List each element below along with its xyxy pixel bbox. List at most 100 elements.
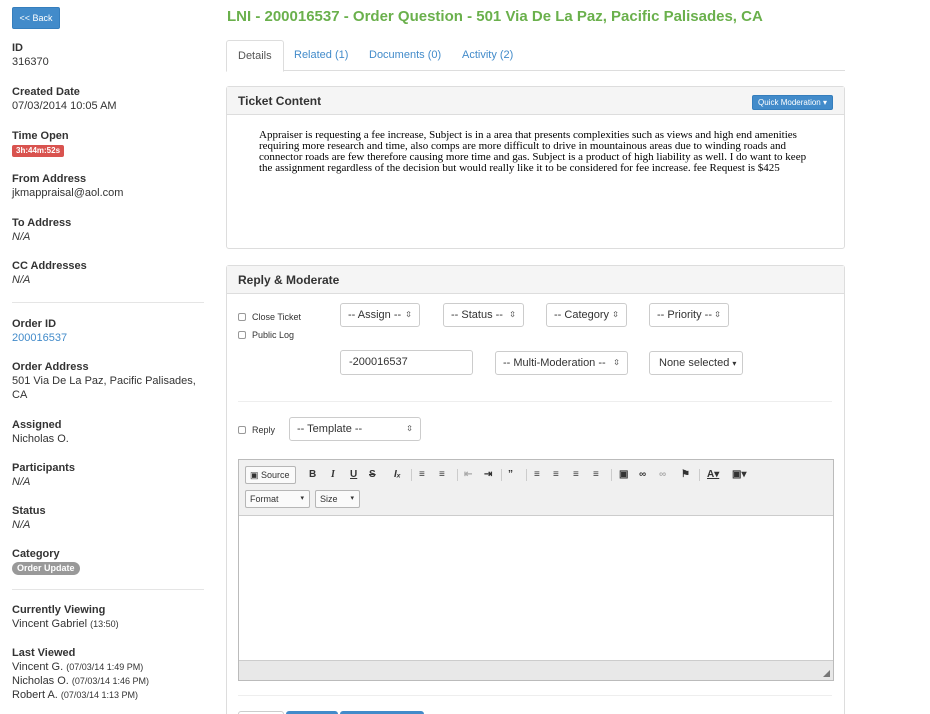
category-select[interactable]: -- Category - ⇳ <box>546 303 627 327</box>
time-open-label: Time Open <box>12 130 69 142</box>
cc-value: N/A <box>12 274 31 286</box>
viewer-time: (07/03/14 1:46 PM) <box>71 676 149 686</box>
field-time-open: Time Open 3h:44m:52s <box>12 130 206 157</box>
reply-checkbox[interactable]: Reply <box>238 425 275 435</box>
tab-related[interactable]: Related (1) <box>283 40 359 71</box>
link-icon[interactable]: ∞ <box>639 469 646 481</box>
strikethrough-icon[interactable]: S <box>369 469 376 481</box>
reply-moderate-heading: Reply & Moderate <box>227 266 844 294</box>
numbered-list-icon[interactable]: ≡ <box>419 469 425 481</box>
order-number-input[interactable]: -200016537 <box>340 350 473 375</box>
text-color-icon[interactable]: A▾ <box>707 469 719 481</box>
updown-icon: ⇳ <box>405 310 412 319</box>
status-label: Status <box>12 505 46 517</box>
source-button[interactable]: ▣ Source <box>245 466 296 484</box>
id-label: ID <box>12 42 23 54</box>
ticket-content-title: Ticket Content <box>238 94 322 108</box>
field-order-id: Order ID 200016537 <box>12 318 206 345</box>
last-viewed-entry: Robert A. (07/03/14 1:13 PM) <box>12 688 206 702</box>
category-badge: Order Update <box>12 562 80 575</box>
back-button[interactable]: << Back <box>12 7 60 29</box>
assigned-label: Assigned <box>12 419 62 431</box>
order-address-label: Order Address <box>12 361 89 373</box>
caret-down-icon: ▾ <box>350 495 354 502</box>
multi-moderation-select[interactable]: -- Multi-Moderation -- ⇳ <box>495 351 628 375</box>
currently-viewing-value: Vincent Gabriel (13:50) <box>12 617 206 631</box>
bulleted-list-icon[interactable]: ≡ <box>439 469 445 481</box>
editor-status-bar <box>239 660 833 680</box>
underline-icon[interactable]: U <box>350 469 357 481</box>
justify-icon[interactable]: ≡ <box>593 469 599 481</box>
field-order-address: Order Address 501 Via De La Paz, Pacific… <box>12 361 206 402</box>
to-value: N/A <box>12 231 31 243</box>
field-last-viewed: Last Viewed Vincent G. (07/03/14 1:49 PM… <box>12 647 206 702</box>
blockquote-icon[interactable]: ” <box>508 469 513 481</box>
last-viewed-label: Last Viewed <box>12 647 76 659</box>
unlink-icon[interactable]: ∞ <box>659 469 666 481</box>
order-id-link[interactable]: 200016537 <box>12 331 206 345</box>
status-select[interactable]: -- Status -- ⇳ <box>443 303 524 327</box>
participants-value: N/A <box>12 476 31 488</box>
checkbox-box[interactable] <box>238 426 246 434</box>
flag-icon[interactable]: ⚑ <box>681 469 690 481</box>
editor-content-area[interactable] <box>239 516 833 660</box>
cc-label: CC Addresses <box>12 260 87 272</box>
toolbar-separator <box>526 469 527 481</box>
bold-icon[interactable]: B <box>309 469 316 481</box>
image-icon[interactable]: ▣ <box>619 469 628 481</box>
checkbox-box[interactable] <box>238 331 246 339</box>
updown-icon: ⇳ <box>406 424 413 433</box>
background-color-icon[interactable]: ▣▾ <box>732 469 746 481</box>
tab-documents[interactable]: Documents (0) <box>358 40 452 71</box>
align-right-icon[interactable]: ≡ <box>573 469 579 481</box>
order-address-value: 501 Via De La Paz, Pacific Palisades, CA <box>12 375 196 401</box>
assign-select-value: -- Assign -- <box>348 309 402 321</box>
editor-toolbar: ▣ Source B I U S Iₓ ≡ ≡ ⇤ ⇥ ” ≡ ≡ ≡ ≡ ▣ … <box>239 460 833 516</box>
caret-down-icon: ▾ <box>822 98 827 107</box>
none-selected-dropdown[interactable]: None selected ▾ <box>649 351 743 375</box>
toolbar-separator <box>501 469 502 481</box>
id-value: 316370 <box>12 56 49 68</box>
priority-select[interactable]: -- Priority -- ⇳ <box>649 303 729 327</box>
field-assigned: Assigned Nicholas O. <box>12 419 206 446</box>
viewer-time: (13:50) <box>90 619 119 629</box>
indent-icon[interactable]: ⇥ <box>484 469 492 481</box>
created-value: 07/03/2014 10:05 AM <box>12 100 117 112</box>
tab-activity[interactable]: Activity (2) <box>451 40 524 71</box>
italic-icon[interactable]: I <box>331 469 335 481</box>
align-center-icon[interactable]: ≡ <box>553 469 559 481</box>
field-status: Status N/A <box>12 505 206 532</box>
align-left-icon[interactable]: ≡ <box>534 469 540 481</box>
public-log-checkbox[interactable]: Public Log <box>238 330 294 340</box>
reply-label: Reply <box>252 425 276 435</box>
outdent-icon[interactable]: ⇤ <box>464 469 472 481</box>
caret-down-icon: ▾ <box>732 359 737 368</box>
multi-moderation-value: -- Multi-Moderation -- <box>503 357 606 369</box>
category-select-value: -- Category - <box>554 309 616 321</box>
resize-handle-icon[interactable] <box>823 670 830 677</box>
checkbox-box[interactable] <box>238 313 246 321</box>
size-dropdown[interactable]: Size ▾ <box>315 490 360 508</box>
source-icon: ▣ <box>250 470 259 480</box>
priority-select-value: -- Priority -- <box>657 309 712 321</box>
viewer-time: (07/03/14 1:49 PM) <box>66 662 144 672</box>
field-to: To Address N/A <box>12 217 206 244</box>
field-participants: Participants N/A <box>12 462 206 489</box>
caret-down-icon: ▾ <box>300 495 304 502</box>
format-dropdown[interactable]: Format ▾ <box>245 490 310 508</box>
format-label: Format <box>250 494 279 504</box>
remove-format-icon[interactable]: Iₓ <box>394 469 401 481</box>
status-select-value: -- Status -- <box>451 309 503 321</box>
status-value: N/A <box>12 519 31 531</box>
assign-select[interactable]: -- Assign -- ⇳ <box>340 303 420 327</box>
viewer-name: Robert A. <box>12 689 58 701</box>
close-ticket-checkbox[interactable]: Close Ticket <box>238 312 301 322</box>
rich-text-editor: ▣ Source B I U S Iₓ ≡ ≡ ⇤ ⇥ ” ≡ ≡ ≡ ≡ ▣ … <box>238 459 834 681</box>
updown-icon: ⇳ <box>509 310 516 319</box>
tab-details[interactable]: Details <box>226 40 284 72</box>
template-select[interactable]: -- Template -- ⇳ <box>289 417 421 441</box>
field-from: From Address jkmappraisal@aol.com <box>12 173 206 200</box>
field-created: Created Date 07/03/2014 10:05 AM <box>12 86 206 113</box>
template-select-value: -- Template -- <box>297 423 363 435</box>
quick-moderation-button[interactable]: Quick Moderation ▾ <box>752 95 833 110</box>
